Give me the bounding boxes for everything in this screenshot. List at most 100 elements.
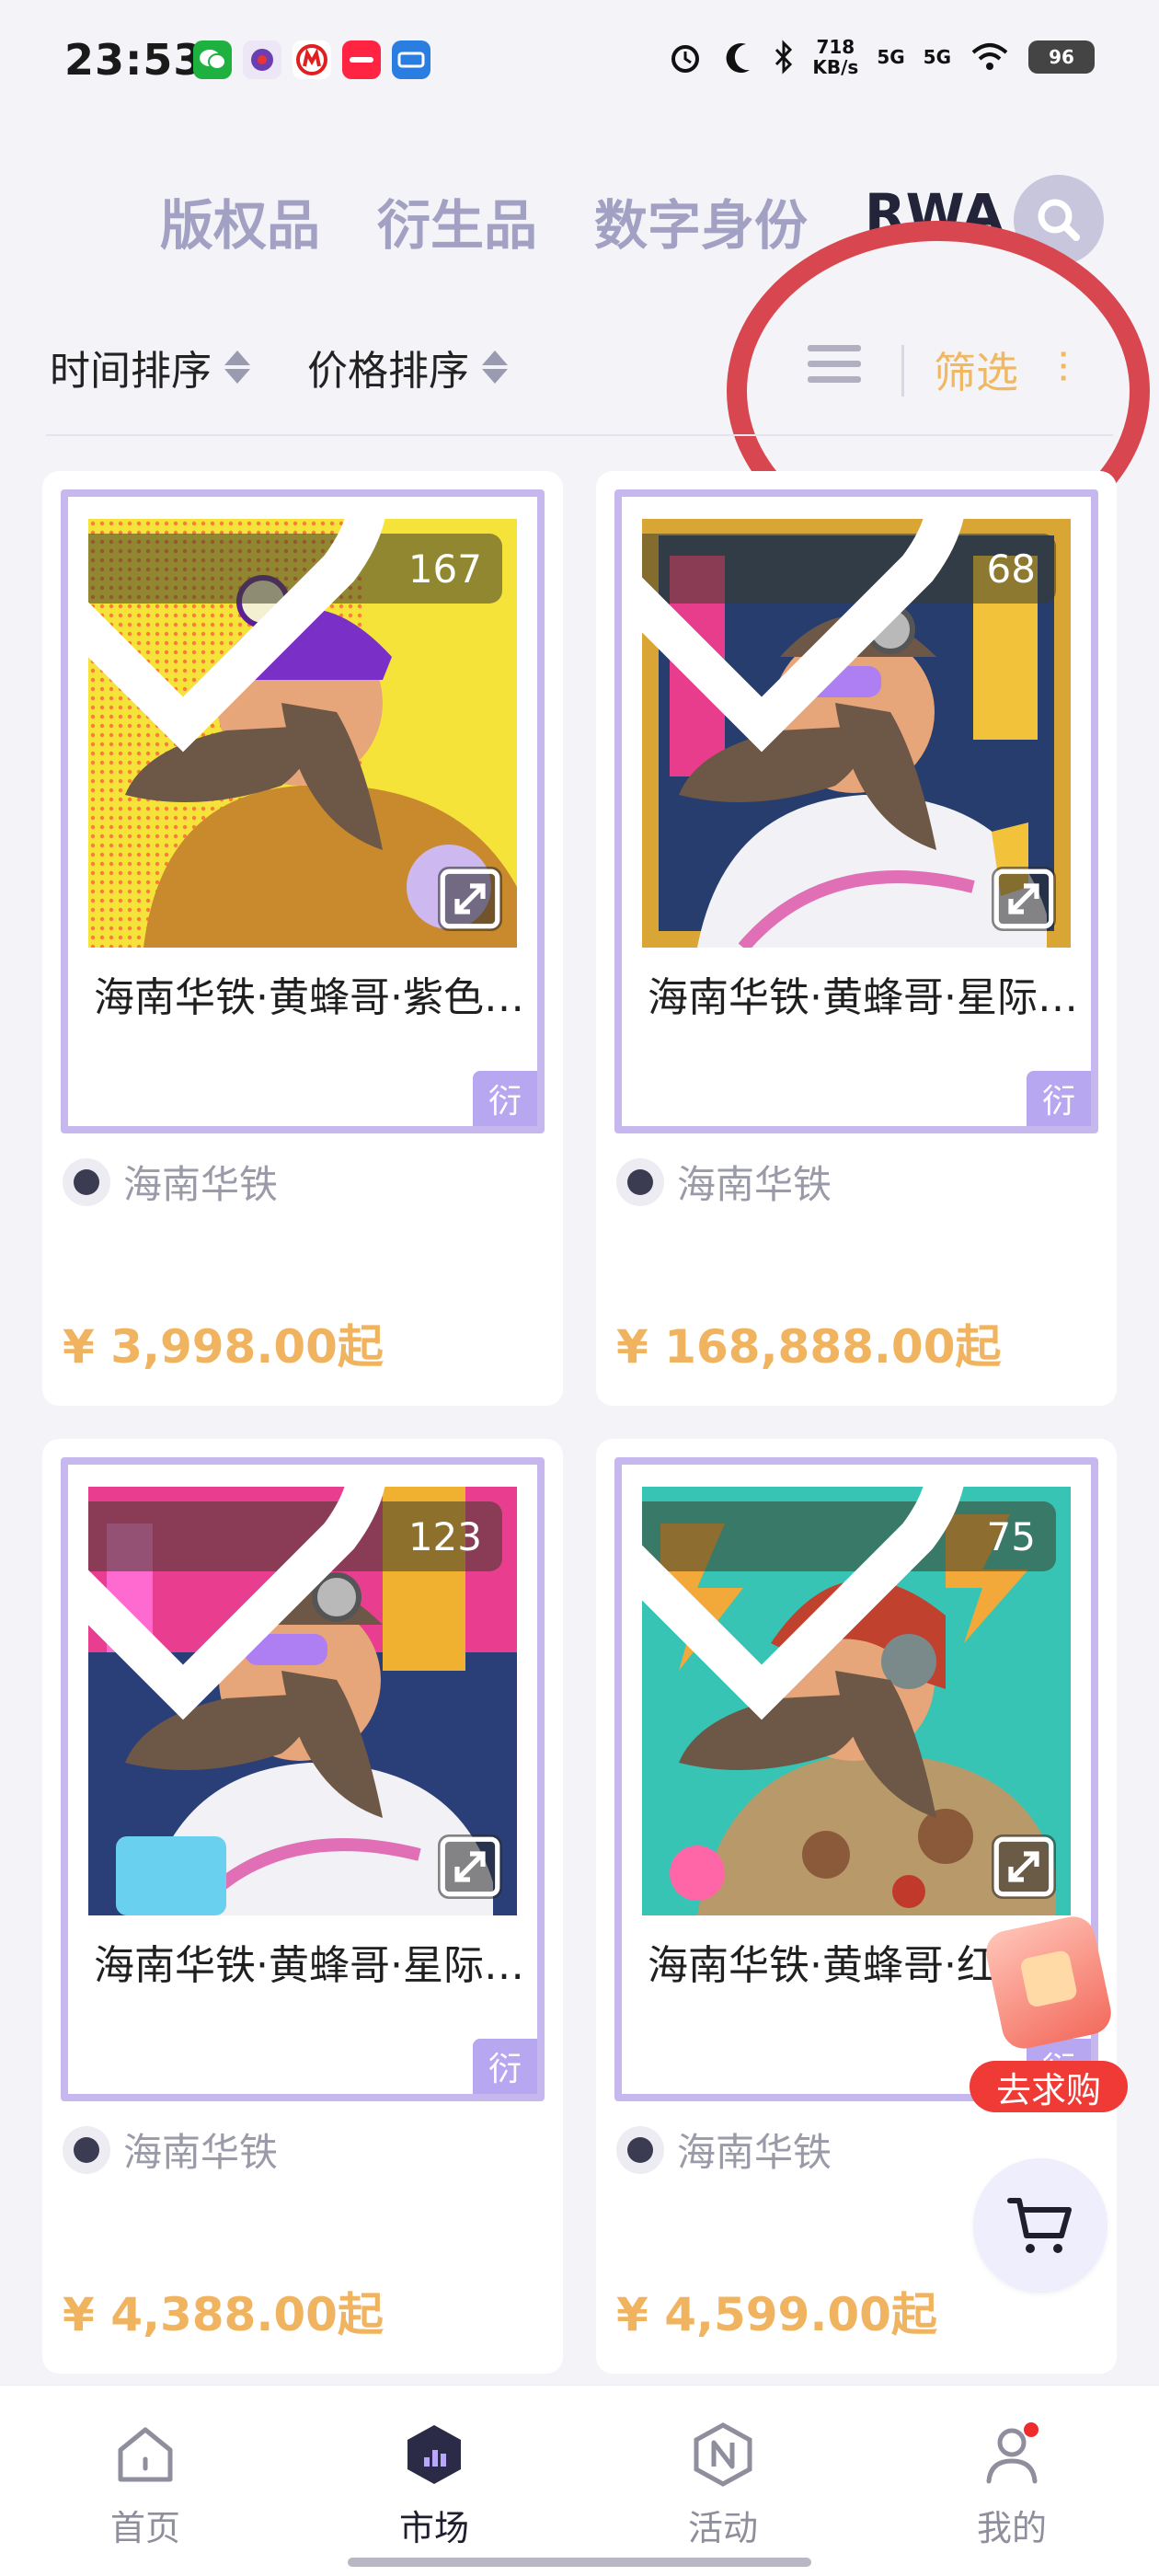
traffic-12123-icon [392, 40, 430, 79]
divider [46, 434, 1113, 436]
expand-icon [993, 868, 1054, 929]
bluetooth-icon [775, 40, 793, 75]
sort-by-price-label: 价格排序 [307, 348, 469, 395]
profile-icon [986, 2422, 1039, 2484]
product-price: ¥ 4,599.00起 [616, 2288, 937, 2341]
avatar [63, 1157, 110, 1206]
divider [901, 345, 904, 397]
nav-activity[interactable]: 活动 [649, 2422, 797, 2550]
product-frame: 167 海南华铁·黄蜂哥·紫色安全帽 衍 [61, 489, 545, 1133]
shopping-bag-icon [981, 1912, 1116, 2053]
status-time: 23:53 [64, 35, 204, 85]
list-view-icon[interactable] [808, 345, 861, 395]
wechat-icon [193, 40, 232, 79]
product-card[interactable]: 167 海南华铁·黄蜂哥·紫色安全帽 衍 海南华铁 ¥ 3,998.00起 [42, 471, 563, 1406]
tab-derivatives[interactable]: 衍生品 [377, 182, 537, 259]
market-icon [407, 2425, 461, 2484]
tab-rwa[interactable]: RWA [865, 182, 1004, 245]
like-counter[interactable]: 68 [642, 519, 1056, 753]
bottom-nav: 首页 市场 活动 我的 [0, 2385, 1159, 2576]
issuer[interactable]: 海南华铁 [616, 2122, 832, 2178]
product-image[interactable]: 123 [88, 1487, 517, 1915]
like-counter[interactable]: 167 [88, 519, 502, 753]
expand-button[interactable] [438, 867, 502, 931]
issuer[interactable]: 海南华铁 [63, 2122, 278, 2178]
cart-icon [1007, 2198, 1072, 2253]
product-image[interactable]: 167 [88, 519, 517, 948]
battery-indicator: 96 [1028, 40, 1095, 74]
home-icon [118, 2427, 173, 2482]
sort-by-price[interactable]: 价格排序 [307, 338, 508, 397]
signal-5g-2: 5G [923, 46, 951, 68]
nav-profile-label: 我的 [976, 2508, 1047, 2548]
expand-button[interactable] [992, 867, 1056, 931]
product-price: ¥ 4,388.00起 [63, 2288, 384, 2341]
expand-button[interactable] [992, 1834, 1056, 1899]
home-indicator[interactable] [348, 2558, 811, 2567]
like-count: 68 [986, 546, 1036, 592]
sort-by-time[interactable]: 时间排序 [50, 338, 250, 397]
network-speed-unit: KB/s [812, 56, 859, 78]
nav-home[interactable]: 首页 [72, 2422, 219, 2550]
filter-icon[interactable]: ⫶ [1058, 343, 1069, 395]
product-image[interactable]: 75 [642, 1487, 1071, 1915]
network-speed-value: 718 [816, 36, 855, 58]
heart-icon [642, 519, 963, 753]
search-icon [1038, 199, 1080, 241]
issuer[interactable]: 海南华铁 [63, 1154, 278, 1210]
tab-copyright[interactable]: 版权品 [160, 182, 320, 259]
xiaohongshu-icon [342, 40, 381, 79]
like-counter[interactable]: 123 [88, 1487, 502, 1720]
issuer-name: 海南华铁 [677, 2130, 832, 2175]
moon-icon [726, 43, 751, 74]
nav-home-label: 首页 [109, 2508, 180, 2548]
issuer-name: 海南华铁 [123, 2130, 279, 2175]
avatar [616, 1157, 664, 1206]
product-image[interactable]: 68 [642, 519, 1071, 948]
issuer[interactable]: 海南华铁 [616, 1154, 832, 1210]
heart-icon [88, 519, 384, 753]
sort-by-time-label: 时间排序 [50, 348, 212, 395]
heart-icon [642, 1487, 963, 1720]
status-bar: 23:53 718 KB/s 5G 5G 96 [0, 0, 1159, 129]
cart-button[interactable] [973, 2158, 1107, 2293]
app-icon [243, 40, 281, 79]
issuer-name: 海南华铁 [677, 1162, 832, 1207]
nav-market[interactable]: 市场 [361, 2422, 508, 2550]
market-page: 23:53 718 KB/s 5G 5G 96 版权品 衍生品 数字身份 RWA… [0, 0, 1159, 2576]
like-count: 167 [407, 546, 482, 592]
search-button[interactable] [1014, 175, 1104, 265]
derivative-badge: 衍 [473, 2039, 537, 2094]
network-speed: 718 KB/s [812, 37, 858, 77]
product-card[interactable]: 68 海南华铁·黄蜂哥·星际金框 衍 海南华铁 ¥ 168,888.00起 [596, 471, 1117, 1406]
product-title: 海南华铁·黄蜂哥·星际宇航员 [94, 1942, 526, 1989]
product-price: ¥ 168,888.00起 [616, 1320, 1002, 1374]
nav-profile[interactable]: 我的 [938, 2422, 1085, 2550]
product-frame: 68 海南华铁·黄蜂哥·星际金框 衍 [614, 489, 1098, 1133]
product-title: 海南华铁·黄蜂哥·星际金框 [648, 974, 1080, 1021]
derivative-badge: 衍 [1027, 1071, 1091, 1126]
notification-icons [193, 40, 430, 79]
activity-icon [694, 2422, 752, 2487]
nav-market-label: 市场 [398, 2508, 469, 2548]
product-frame: 123 海南华铁·黄蜂哥·星际宇航员 衍 [61, 1457, 545, 2101]
expand-icon [440, 1836, 500, 1897]
avatar [616, 2125, 664, 2174]
alarm-icon [671, 45, 700, 73]
issuer-name: 海南华铁 [123, 1162, 279, 1207]
want-to-buy-button[interactable]: 去求购 [966, 1912, 1131, 2116]
want-to-buy-label: 去求购 [970, 2061, 1128, 2112]
product-card[interactable]: 123 海南华铁·黄蜂哥·星际宇航员 衍 海南华铁 ¥ 4,388.00起 [42, 1439, 563, 2374]
category-tabs: 版权品 衍生品 数字身份 RWA [0, 166, 1159, 561]
tab-digital-identity[interactable]: 数字身份 [594, 182, 808, 259]
avatar [63, 2125, 110, 2174]
like-count: 123 [407, 1513, 482, 1559]
like-counter[interactable]: 75 [642, 1487, 1056, 1720]
filter-button[interactable]: 筛选 [934, 339, 1018, 400]
sort-arrows-icon [482, 351, 508, 384]
wifi-icon [971, 43, 1008, 70]
derivative-badge: 衍 [473, 1071, 537, 1126]
expand-button[interactable] [438, 1834, 502, 1899]
sort-arrows-icon [224, 351, 250, 384]
product-title: 海南华铁·黄蜂哥·紫色安全帽 [94, 974, 526, 1021]
